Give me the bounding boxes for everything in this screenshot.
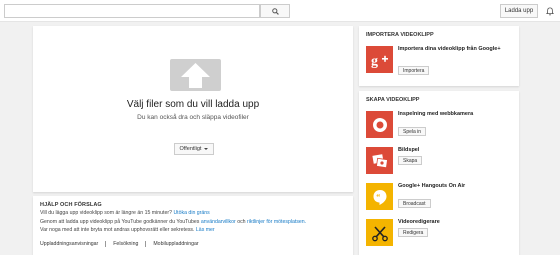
import-label: Importera dina videoklipp från Google+ <box>398 46 501 52</box>
create-item-hangouts: “ Google+ Hangouts On Air Broadcast <box>366 183 516 213</box>
divider <box>105 241 107 247</box>
help-line-terms: Genom att ladda upp videoklipp på YouTub… <box>40 218 307 225</box>
create-item-webcam: Inspelning med webbkamera Spela in <box>366 111 516 141</box>
create-slideshow-button[interactable]: Skapa <box>398 156 423 165</box>
divider <box>145 241 147 247</box>
webcam-label: Inspelning med webbkamera <box>398 111 474 117</box>
import-item: g Importera dina videoklipp från Google+… <box>366 46 516 76</box>
import-panel: IMPORTERA VIDEOKLIPP g Importera dina vi… <box>359 26 519 86</box>
google-plus-icon[interactable]: g <box>366 46 393 73</box>
privacy-dropdown[interactable]: Offentligt <box>174 143 214 155</box>
import-button[interactable]: Importera <box>398 66 430 75</box>
broadcast-button[interactable]: Broadcast <box>398 199 431 208</box>
community-guidelines-link[interactable]: riktlinjer för mötesplatsen. <box>247 219 306 225</box>
create-item-editor: Videoredigerare Redigera <box>366 219 516 249</box>
svg-text:g: g <box>371 54 378 69</box>
scissors-icon[interactable] <box>366 219 393 246</box>
search-icon <box>271 7 279 15</box>
top-bar: Ladda upp <box>0 0 560 22</box>
learn-more-link[interactable]: Läs mer <box>196 227 215 233</box>
upload-button[interactable]: Ladda upp <box>500 4 538 18</box>
create-panel: SKAPA VIDEOKLIPP Inspelning med webbkame… <box>359 91 519 255</box>
search-input[interactable] <box>4 4 260 18</box>
slideshow-icon[interactable] <box>366 147 393 174</box>
upload-arrow-icon[interactable] <box>170 59 221 91</box>
slideshow-label: Bildspel <box>398 147 420 153</box>
edit-button[interactable]: Redigera <box>398 228 429 237</box>
webcam-record-icon[interactable] <box>366 111 393 138</box>
upload-subtitle: Du kan också dra och släppa videofiler <box>137 114 249 121</box>
troubleshooting-link[interactable]: Felsökning <box>113 241 138 247</box>
extend-limit-link[interactable]: Utöka din gräns <box>173 210 209 216</box>
upload-panel[interactable]: Välj filer som du vill ladda upp Du kan … <box>33 26 353 192</box>
help-line-limit: Vill du lägga upp videoklipp som är läng… <box>40 210 210 217</box>
help-panel: HJÄLP OCH FÖRSLAG Vill du lägga upp vide… <box>33 196 353 255</box>
create-title: SKAPA VIDEOKLIPP <box>366 97 420 103</box>
mobile-uploads-link[interactable]: Mobiluppladdningar <box>153 241 198 247</box>
record-button[interactable]: Spela in <box>398 127 427 136</box>
svg-text:“: “ <box>376 192 380 201</box>
editor-label: Videoredigerare <box>398 219 440 225</box>
help-line-copyright: Var noga med att inte bryta mot andras u… <box>40 227 215 234</box>
search-button[interactable] <box>260 4 290 18</box>
upload-title[interactable]: Välj filer som du vill ladda upp <box>33 99 353 110</box>
privacy-value: Offentligt <box>179 146 202 152</box>
terms-link[interactable]: användarvillkor <box>201 219 236 225</box>
help-title: HJÄLP OCH FÖRSLAG <box>40 202 102 208</box>
caret-down-icon <box>204 148 209 150</box>
notifications-button[interactable] <box>544 5 556 17</box>
upload-instructions-link[interactable]: Uppladdningsanvisningar <box>40 241 98 247</box>
import-title: IMPORTERA VIDEOKLIPP <box>366 32 434 38</box>
create-item-slideshow: Bildspel Skapa <box>366 147 516 177</box>
hangouts-icon[interactable]: “ <box>366 183 393 210</box>
bell-icon <box>546 6 554 15</box>
help-links: Uppladdningsanvisningar Felsökning Mobil… <box>40 241 199 247</box>
hangouts-label: Google+ Hangouts On Air <box>398 183 466 189</box>
